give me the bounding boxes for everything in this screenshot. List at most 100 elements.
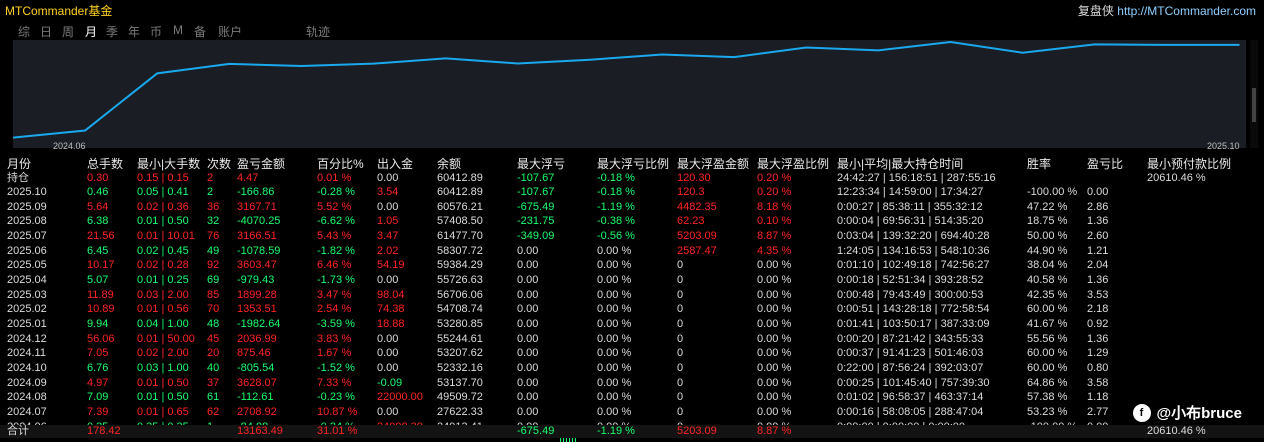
table-cell: -0.23 % [317,391,355,404]
table-row[interactable]: 2024.11 7.05 0.02 | 2.00 20 875.46 1.67 % 0.00… [0,347,1264,360]
holding-cell: 0.20 % [757,172,792,184]
table-cell: 2587.47 [677,244,717,257]
total-cell: -675.49 [517,425,555,437]
tab-9[interactable]: 账户 [218,23,242,40]
table-cell: 60.00 % [1027,361,1068,374]
table-cell: 0.00 % [757,347,792,360]
table-cell: 0.00 [377,332,399,345]
table-cell: 5.64 [87,200,109,213]
table-row[interactable]: 2024.12 56.06 0.01 | 50.00 45 2036.99 3.83 % 0… [0,333,1264,346]
table-cell: 3628.07 [237,376,277,389]
holding-cell: -0.18 % [597,172,635,184]
table-cell: 7.33 % [317,376,352,389]
site-url[interactable]: http://MTCommander.com [1117,4,1256,18]
table-cell: 70 [207,303,220,316]
total-cell: 合计 [7,425,29,437]
table-cell: 2025.07 [7,229,47,242]
equity-point-16 [1166,44,1168,46]
chart-scrollbar[interactable] [1250,40,1258,148]
table-cell: 2025.06 [7,244,47,257]
table-cell: 0.00 % [757,259,792,272]
tab-6[interactable]: 币 [150,23,162,40]
table-cell: 0.01 | 0.56 [137,303,189,316]
table-cell: 4.35 % [757,244,792,257]
table-row[interactable]: 2025.10 0.46 0.05 | 0.41 2 -166.86 -0.28 % 3.5… [0,186,1264,199]
table-cell: 0.00 [377,273,399,286]
table-cell: -349.09 [517,229,555,242]
tab-10[interactable]: 轨迹 [306,23,330,40]
tab-2[interactable]: 周 [62,23,74,40]
table-cell: 0.00 [517,317,539,330]
table-cell: 0.00 % [757,405,792,418]
table-cell: 60.00 % [1027,347,1068,360]
tab-7[interactable]: M [173,23,183,37]
table-cell: 0.00 [517,391,539,404]
holding-row[interactable]: 持仓 0.30 0.15 | 0.15 2 4.47 0.01 % 0.00 60412.89… [0,172,1264,185]
table-cell: 5.52 % [317,200,352,213]
chart-scroll-thumb[interactable] [1252,88,1256,122]
equity-point-12 [877,49,880,52]
table-row[interactable]: 2024.10 6.76 0.03 | 1.00 40 -805.54 -1.52 % 0.… [0,362,1264,375]
table-row[interactable]: 2024.08 7.09 0.01 | 0.50 61 -112.61 -0.23 % 22… [0,391,1264,404]
table-cell: 0 [677,405,684,418]
table-row[interactable]: 2024.07 7.39 0.01 | 0.65 62 2708.92 10.87 % 0.… [0,406,1264,419]
table-cell: 38.04 % [1027,259,1068,272]
table-cell: 53137.70 [437,376,483,389]
tab-4[interactable]: 季 [106,23,118,40]
table-row[interactable]: 2025.06 6.45 0.02 | 0.45 49 -1078.59 -1.82 % 2… [0,245,1264,258]
table-cell: 32 [207,215,220,228]
equity-line-svg [13,41,1240,139]
table-cell: 0.00 % [597,405,632,418]
table-row[interactable]: 2025.03 11.89 0.03 | 2.00 85 1899.28 3.47 % 98… [0,289,1264,302]
table-row[interactable]: 2025.02 10.89 0.01 | 0.56 70 1353.51 2.54 % 74… [0,303,1264,316]
tab-0[interactable]: 综 [18,23,30,40]
table-cell: 0:00:20 | 87:21:42 | 343:55:33 [837,332,984,345]
table-cell: 36 [207,200,220,213]
table-cell: 0.00 % [757,273,792,286]
table-cell: 2.86 [1087,200,1109,213]
table-row[interactable]: 2025.04 5.07 0.01 | 0.25 69 -979.43 -1.73 % 0.… [0,274,1264,287]
column-header: 盈亏比 [1087,157,1124,171]
table-cell: 0.00 [377,347,399,360]
table-cell: 5.43 % [317,229,352,242]
table-row[interactable]: 2025.05 10.17 0.02 | 0.28 92 3603.47 6.46 % 54… [0,259,1264,272]
tab-1[interactable]: 日 [40,23,52,40]
watermark-handle: @小布bruce [1156,405,1242,422]
table-row[interactable]: 2025.01 9.94 0.04 | 1.00 48 -1982.64 -3.59 % 1… [0,318,1264,331]
app-title: MTCommander基金 [5,4,113,18]
tab-5[interactable]: 年 [128,23,140,40]
table-cell: 1353.51 [237,303,277,316]
table-cell: 1.05 [377,215,399,228]
holding-cell: 0.00 [377,172,399,184]
table-cell: 0.00 % [757,376,792,389]
table-cell: 40 [207,361,220,374]
table-cell: -112.61 [237,391,274,404]
table-cell: 2024.07 [7,405,47,418]
table-cell: -0.09 [377,376,403,389]
table-cell: -0.56 % [597,229,635,242]
equity-point-1 [84,129,86,132]
table-cell: 53207.62 [437,347,483,360]
holding-cell: 持仓 [7,172,29,184]
table-cell: 0.80 [1087,361,1109,374]
column-header: 最大浮亏 [517,157,566,171]
holding-cell: 0.01 % [317,172,352,184]
table-cell: 69 [207,273,220,286]
table-row[interactable]: 2025.09 5.64 0.02 | 0.36 36 3167.71 5.52 % 0.0… [0,201,1264,214]
table-row[interactable]: 2025.07 21.56 0.01 | 10.01 76 3166.51 5.43 % 3… [0,230,1264,243]
x-tick-label: 2024.06 [53,141,86,151]
column-header: 总手数 [87,157,124,171]
table-cell: 0.00 [377,361,399,374]
equity-point-13 [949,41,952,43]
tab-8[interactable]: 备 [194,23,206,40]
table-cell: 2.77 [1087,405,1109,418]
tab-3[interactable]: 月 [85,23,97,40]
table-cell: 20 [207,347,220,360]
site-link[interactable]: 复盘侠 http://MTCommander.com [1078,2,1256,19]
table-cell: 0.00 [517,273,539,286]
table-cell: 74.38 [377,303,405,316]
table-cell: 0 [677,259,684,272]
table-row[interactable]: 2025.08 6.38 0.01 | 0.50 32 -4070.25 -6.62 % 1… [0,215,1264,228]
table-row[interactable]: 2024.09 4.97 0.01 | 0.50 37 3628.07 7.33 % -0.… [0,377,1264,390]
table-cell: 0.01 | 0.50 [137,215,189,228]
